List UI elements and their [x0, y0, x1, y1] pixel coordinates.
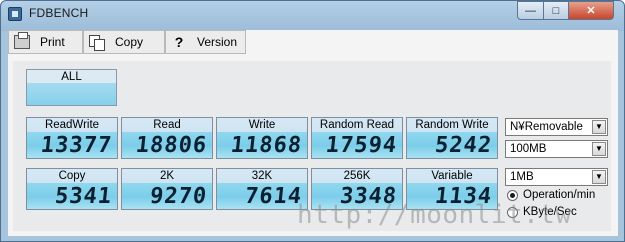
write-tile[interactable]: Write 11868: [216, 117, 308, 159]
tile-label: 2K: [159, 170, 175, 182]
32k-tile[interactable]: 32K 7614: [216, 168, 308, 210]
random-read-tile[interactable]: Random Read 17594: [311, 117, 403, 159]
close-button[interactable]: ✕: [568, 1, 614, 20]
tile-label: 32K: [251, 170, 273, 182]
version-button[interactable]: ? Version: [165, 30, 246, 54]
tile-value: 9270: [148, 184, 209, 209]
tile-value: 18806: [134, 133, 209, 158]
radio-selected-icon[interactable]: [507, 189, 518, 201]
version-label: Version: [197, 35, 238, 49]
all-button-label: ALL: [61, 71, 82, 83]
tile-label: Random Read: [319, 119, 395, 131]
copy-label: Copy: [115, 35, 144, 49]
copy-icon: [89, 35, 105, 51]
random-write-tile[interactable]: Random Write 5242: [406, 117, 498, 159]
app-icon: [8, 7, 22, 21]
copy-tile[interactable]: Copy 5341: [26, 168, 118, 210]
tile-label: ReadWrite: [44, 119, 100, 131]
chevron-down-icon[interactable]: ▼: [592, 170, 606, 184]
tile-label: 256K: [343, 170, 371, 182]
block-size-select[interactable]: 1MB ▼: [505, 168, 608, 186]
fdbench-window: FDBENCH — □ ✕ Print Copy ? Version ALL R…: [0, 0, 625, 242]
size-select-value: 100MB: [510, 143, 547, 155]
tile-value: 17594: [324, 133, 399, 158]
tile-value: 7614: [243, 184, 304, 209]
watermark-text: http://moonlit.tw: [297, 200, 572, 230]
read-tile[interactable]: Read 18806: [121, 117, 213, 159]
tile-value: 5242: [433, 133, 494, 158]
all-button[interactable]: ALL: [26, 69, 117, 106]
printer-icon: [14, 32, 30, 49]
drive-select-value: N¥Removable: [510, 121, 583, 133]
maximize-button[interactable]: □: [543, 1, 569, 20]
copy-button[interactable]: Copy: [83, 30, 165, 54]
2k-tile[interactable]: 2K 9270: [121, 168, 213, 210]
tile-label: Write: [248, 119, 276, 131]
tile-label: Copy: [58, 170, 86, 182]
help-icon: ?: [174, 34, 184, 50]
block-size-select-value: 1MB: [510, 171, 534, 183]
tile-value: 5341: [53, 184, 114, 209]
chevron-down-icon[interactable]: ▼: [592, 142, 606, 156]
tile-label: Random Write: [415, 119, 489, 131]
window-title: FDBENCH: [29, 6, 89, 20]
drive-select[interactable]: N¥Removable ▼: [505, 118, 608, 136]
print-button[interactable]: Print: [8, 30, 83, 54]
menu-bar: Print Copy ? Version: [8, 30, 246, 54]
minimize-button[interactable]: —: [517, 1, 544, 20]
size-select[interactable]: 100MB ▼: [505, 140, 608, 158]
title-bar[interactable]: FDBENCH — □ ✕: [1, 1, 624, 27]
tile-value: 11868: [229, 133, 304, 158]
tile-label: Read: [153, 119, 181, 131]
tile-label: Variable: [431, 170, 473, 182]
readwrite-tile[interactable]: ReadWrite 13377: [26, 117, 118, 159]
chevron-down-icon[interactable]: ▼: [592, 120, 606, 134]
tile-value: 13377: [39, 133, 114, 158]
print-label: Print: [40, 35, 65, 49]
